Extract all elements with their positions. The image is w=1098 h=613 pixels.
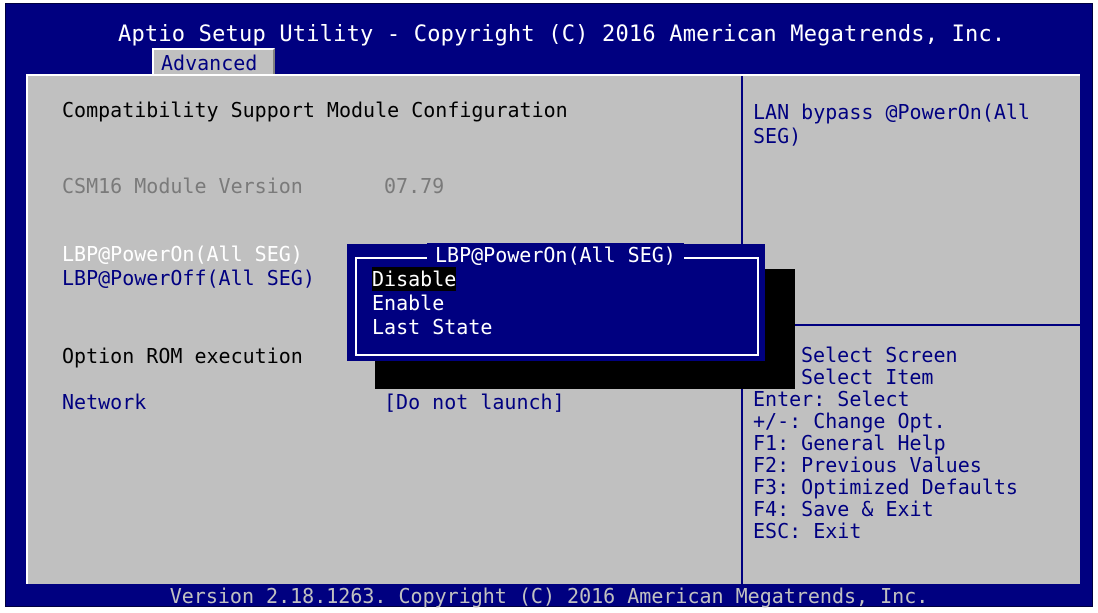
window-title: Aptio Setup Utility - Copyright (C) 2016… <box>118 22 1006 47</box>
hotkey-f3: F3: Optimized Defaults <box>753 475 1018 499</box>
hotkey-f1: F1: General Help <box>753 431 946 455</box>
title-bar: Aptio Setup Utility - Copyright (C) 2016… <box>6 4 1092 75</box>
option-rom-heading: Option ROM execution <box>62 344 303 368</box>
hotkey-enter: Enter: Select <box>753 387 910 411</box>
popup-title: LBP@PowerOn(All SEG) <box>427 243 684 267</box>
option-popup: LBP@PowerOn(All SEG) Disable Enable Last… <box>347 243 765 361</box>
lbp-power-off-item[interactable]: LBP@PowerOff(All SEG) <box>62 266 315 290</box>
hotkey-f4: F4: Save & Exit <box>753 497 934 521</box>
hotkey-esc: ESC: Exit <box>753 519 862 543</box>
page-title: Compatibility Support Module Configurati… <box>62 98 568 122</box>
bios-screen: Aptio Setup Utility - Copyright (C) 2016… <box>5 3 1093 608</box>
tab-advanced[interactable]: Advanced <box>152 48 275 75</box>
csm-version-label: CSM16 Module Version <box>62 174 303 198</box>
popup-option-enable[interactable]: Enable <box>372 291 444 315</box>
lbp-power-on-item[interactable]: LBP@PowerOn(All SEG) <box>62 242 303 266</box>
network-value[interactable]: [Do not launch] <box>384 390 565 414</box>
footer-version: Version 2.18.1263. Copyright (C) 2016 Am… <box>169 584 929 608</box>
hotkey-f2: F2: Previous Values <box>753 453 982 477</box>
csm-version-value: 07.79 <box>384 174 445 198</box>
hotkey-change: +/-: Change Opt. <box>753 409 946 433</box>
network-item[interactable]: Network <box>62 390 146 414</box>
help-description: LAN bypass @PowerOn(All SEG) <box>753 100 1030 148</box>
popup-option-last-state[interactable]: Last State <box>372 315 492 339</box>
popup-option-disable[interactable]: Disable <box>372 267 457 291</box>
